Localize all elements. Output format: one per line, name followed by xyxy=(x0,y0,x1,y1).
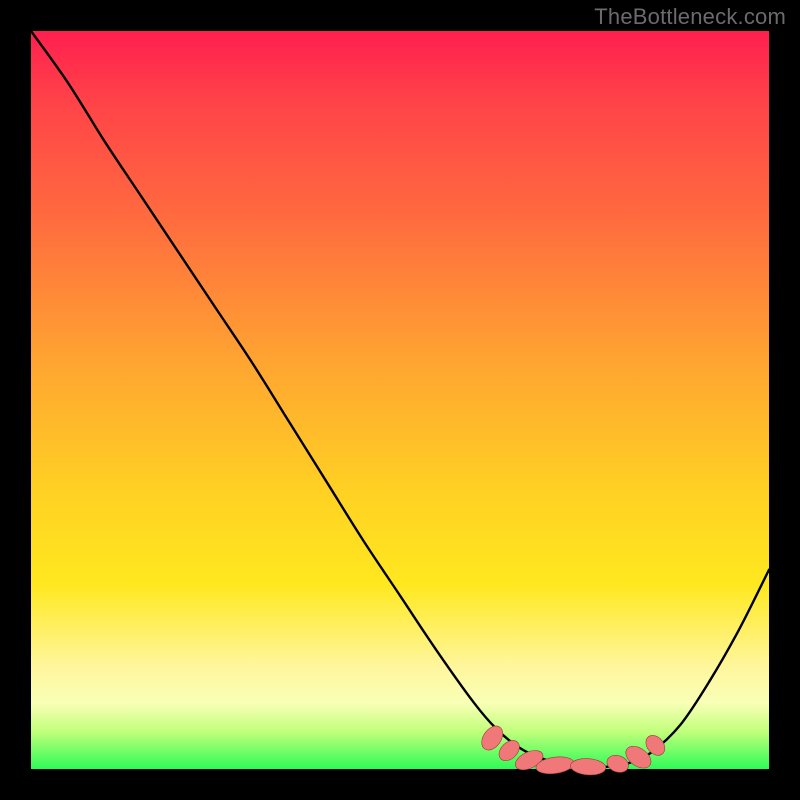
watermark-text: TheBottleneck.com xyxy=(594,4,786,30)
chart-frame: TheBottleneck.com xyxy=(0,0,800,800)
trough-marker xyxy=(570,757,606,776)
plot-area xyxy=(31,31,769,769)
curve-layer xyxy=(31,31,769,769)
marker-layer xyxy=(477,722,668,776)
bottleneck-curve xyxy=(31,31,769,767)
